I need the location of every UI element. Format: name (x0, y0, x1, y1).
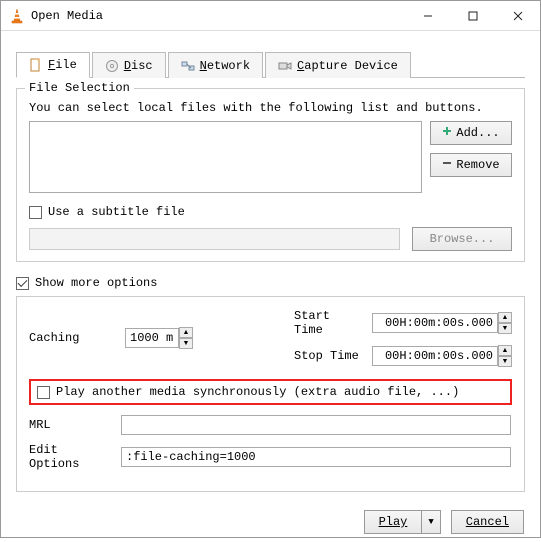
stop-time-spinner[interactable]: ▲▼ (372, 345, 512, 367)
play-sync-label: Play another media synchronously (extra … (56, 385, 459, 399)
caching-down[interactable]: ▼ (179, 338, 193, 349)
add-button-label: Add... (456, 126, 499, 140)
file-selection-legend: File Selection (25, 81, 134, 95)
subtitle-browse-button[interactable]: Browse... (412, 227, 512, 251)
tab-disc-accel: D (124, 59, 131, 73)
add-button[interactable]: Add... (430, 121, 512, 145)
play-sync-checkbox[interactable] (37, 386, 50, 399)
subtitle-label: Use a subtitle file (48, 205, 185, 219)
tab-capture[interactable]: Capture Device (265, 52, 411, 78)
more-options-panel: Caching ▲▼ Start Time ▲▼ Stop Time (16, 296, 525, 492)
play-dropdown-arrow[interactable]: ▼ (421, 510, 440, 534)
tab-capture-accel: C (297, 59, 304, 73)
tab-file-accel: F (48, 58, 55, 72)
start-time-down[interactable]: ▼ (498, 323, 512, 334)
cancel-label: Cancel (466, 515, 509, 529)
stop-time-input[interactable] (372, 346, 498, 366)
caching-input[interactable] (125, 328, 179, 348)
caching-spinner[interactable]: ▲▼ (125, 327, 193, 349)
caching-up[interactable]: ▲ (179, 327, 193, 338)
minus-icon (442, 158, 452, 172)
start-time-input[interactable] (372, 313, 498, 333)
close-button[interactable] (495, 1, 540, 31)
remove-button[interactable]: Remove (430, 153, 512, 177)
tab-network-accel: N (200, 59, 207, 73)
network-icon (181, 59, 195, 73)
file-list[interactable] (29, 121, 422, 193)
tab-file[interactable]: File (16, 52, 90, 78)
play-label: Play (379, 515, 408, 529)
dialog-content: File Disc Network Capture Device File Se… (1, 31, 540, 502)
source-tabs: File Disc Network Capture Device (16, 51, 525, 78)
start-time-up[interactable]: ▲ (498, 312, 512, 323)
maximize-button[interactable] (450, 1, 495, 31)
vlc-cone-icon (9, 8, 25, 24)
disc-icon (105, 59, 119, 73)
stop-time-label: Stop Time (294, 349, 364, 363)
subtitle-browse-label: Browse... (430, 232, 495, 246)
file-selection-group: File Selection You can select local file… (16, 88, 525, 262)
subtitle-checkbox[interactable] (29, 206, 42, 219)
file-icon (29, 58, 43, 72)
edit-options-label: Edit Options (29, 443, 115, 471)
title-bar: Open Media (1, 1, 540, 31)
tab-disc[interactable]: Disc (92, 52, 166, 78)
plus-icon (442, 126, 452, 140)
stop-time-down[interactable]: ▼ (498, 356, 512, 367)
remove-button-label: Remove (456, 158, 499, 172)
start-time-spinner[interactable]: ▲▼ (372, 312, 512, 334)
start-time-label: Start Time (294, 309, 364, 337)
show-more-options-checkbox[interactable] (16, 277, 29, 290)
caching-label: Caching (29, 331, 117, 345)
play-button[interactable]: Play (364, 510, 422, 534)
file-selection-help: You can select local files with the foll… (29, 101, 512, 115)
window-title: Open Media (31, 9, 103, 23)
mrl-input[interactable] (121, 415, 511, 435)
show-more-options-label: Show more options (35, 276, 157, 290)
minimize-button[interactable] (405, 1, 450, 31)
sync-highlight: Play another media synchronously (extra … (29, 379, 512, 405)
stop-time-up[interactable]: ▲ (498, 345, 512, 356)
edit-options-input[interactable] (121, 447, 511, 467)
cancel-button[interactable]: Cancel (451, 510, 524, 534)
play-split-button[interactable]: Play ▼ (364, 510, 441, 534)
capture-icon (278, 59, 292, 73)
dialog-footer: Play ▼ Cancel (1, 502, 540, 542)
subtitle-path-field (29, 228, 400, 250)
tab-network[interactable]: Network (168, 52, 263, 78)
mrl-label: MRL (29, 418, 115, 432)
